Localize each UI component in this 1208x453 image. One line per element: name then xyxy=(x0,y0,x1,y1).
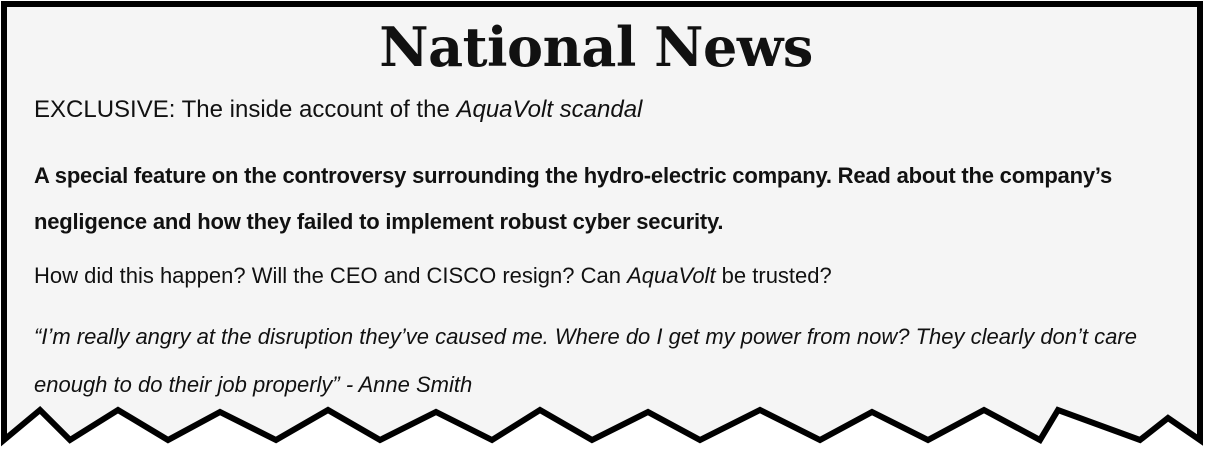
questions-line: How did this happen? Will the CEO and CI… xyxy=(34,259,832,293)
questions-after: be trusted? xyxy=(715,263,832,288)
headline-prefix: EXCLUSIVE: The inside account of the xyxy=(34,96,457,123)
masthead-title: National News xyxy=(379,15,813,79)
feature-summary: A special feature on the controversy sur… xyxy=(34,163,1112,234)
newspaper-clipping: National News EXCLUSIVE: The inside acco… xyxy=(0,0,1208,453)
headline-emphasis: AquaVolt scandal xyxy=(456,96,643,123)
questions-company: AquaVolt xyxy=(627,263,716,288)
reader-quote: “I’m really angry at the disruption they… xyxy=(34,324,1137,397)
questions-before: How did this happen? Will the CEO and CI… xyxy=(34,263,628,288)
exclusive-headline: EXCLUSIVE: The inside account of the Aqu… xyxy=(34,93,642,127)
